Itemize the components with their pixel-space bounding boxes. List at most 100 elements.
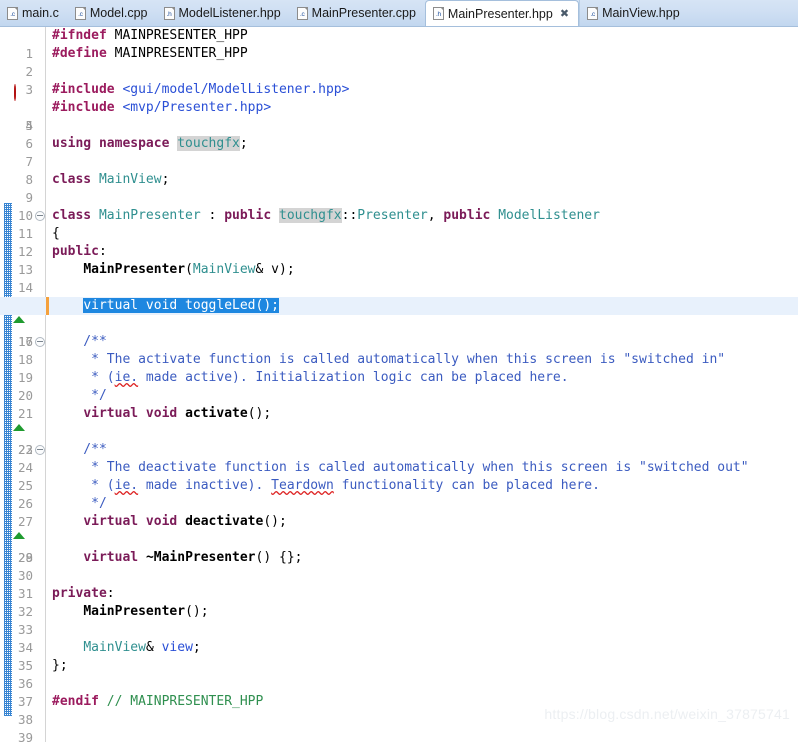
code-line[interactable]: 2 #define MAINPRESENTER_HPP	[0, 45, 798, 79]
line-content: MainPresenter(MainView& v);	[83, 262, 295, 277]
code-line[interactable]: 13 public:	[0, 243, 798, 277]
line-content: class MainView;	[52, 172, 170, 187]
line-content: virtual ~MainPresenter() {};	[83, 550, 303, 565]
fold-collapse-icon[interactable]	[35, 445, 45, 455]
tab-modellistener-hpp[interactable]: .h ModelListener.hpp	[157, 0, 290, 26]
line-content: #include <mvp/Presenter.hpp>	[52, 100, 272, 115]
line-content: * The deactivate function is called auto…	[52, 460, 749, 475]
code-line[interactable]: 39	[0, 711, 798, 742]
tab-label: MainView.hpp	[602, 6, 680, 20]
tab-mainpresenter-hpp[interactable]: .h MainPresenter.hpp ✖	[424, 0, 580, 26]
code-line[interactable]: 24 /**	[0, 441, 798, 475]
line-content: #include <gui/model/ModelListener.hpp>	[52, 82, 350, 97]
code-line[interactable]: 38 #endif // MAINPRESENTER_HPP	[0, 693, 798, 727]
line-content: MainPresenter();	[83, 604, 209, 619]
occurrence-highlight: touchgfx	[177, 136, 240, 151]
code-line[interactable]: 35 MainView& view;	[0, 639, 798, 673]
line-content: * (ie. made inactive). Teardown function…	[52, 478, 600, 493]
spellcheck-word: ie.	[114, 478, 139, 493]
code-line[interactable]: 12 {	[0, 225, 798, 259]
code-line[interactable]: 18 /**	[0, 333, 798, 367]
line-content: class MainPresenter : public touchgfx::P…	[52, 208, 600, 223]
line-content: virtual void deactivate();	[83, 514, 287, 529]
tab-label: MainPresenter.cpp	[311, 6, 416, 20]
tab-mainpresenter-cpp[interactable]: .c MainPresenter.cpp	[290, 0, 425, 26]
code-line[interactable]: 20 * (ie. made active). Initialization l…	[0, 369, 798, 403]
code-line[interactable]: 7 using namespace touchgfx;	[0, 135, 798, 169]
code-line[interactable]: 37	[0, 675, 798, 709]
tab-mainview-hpp[interactable]: .c MainView.hpp	[579, 0, 689, 26]
code-line[interactable]: 25 * The deactivate function is called a…	[0, 459, 798, 493]
override-marker-icon[interactable]	[13, 300, 27, 323]
code-line[interactable]: 10	[0, 189, 798, 223]
code-line[interactable]: 27 */	[0, 495, 798, 529]
caret-bar	[46, 297, 49, 315]
code-line[interactable]: 33 MainPresenter();	[0, 603, 798, 637]
code-line[interactable]: 15	[0, 279, 798, 313]
fold-collapse-icon[interactable]	[35, 337, 45, 347]
h-file-icon: .h	[163, 6, 175, 20]
spellcheck-word: ie.	[114, 370, 139, 385]
tab-label: Model.cpp	[89, 6, 148, 20]
line-content: virtual void toggleLed();	[52, 297, 798, 315]
close-icon[interactable]: ✖	[560, 8, 569, 19]
line-content: public:	[52, 244, 107, 259]
line-content: #define MAINPRESENTER_HPP	[52, 46, 248, 61]
line-content: };	[52, 658, 68, 673]
tab-label: ModelListener.hpp	[178, 6, 281, 20]
line-content: */	[52, 496, 107, 511]
occurrence-highlight: touchgfx	[279, 208, 342, 223]
line-content: using namespace touchgfx;	[52, 136, 248, 151]
c-file-icon: .c	[7, 6, 18, 20]
code-editor[interactable]: 1 #ifndef MAINPRESENTER_HPP 2 #define MA…	[0, 27, 798, 742]
code-line[interactable]: 1 #ifndef MAINPRESENTER_HPP	[0, 27, 798, 61]
breakpoint-icon[interactable]	[14, 84, 27, 101]
code-line[interactable]: 28 virtual void deactivate();	[0, 513, 798, 565]
code-line[interactable]: 30 virtual ~MainPresenter() {};	[0, 549, 798, 583]
code-line[interactable]: 31	[0, 567, 798, 601]
code-line[interactable]: 14 MainPresenter(MainView& v);	[0, 261, 798, 295]
code-line[interactable]: 8	[0, 153, 798, 187]
h-file-icon: .h	[432, 7, 444, 20]
line-content: #endif // MAINPRESENTER_HPP	[52, 694, 264, 709]
tab-label: MainPresenter.hpp	[447, 6, 553, 21]
code-line[interactable]: 22 virtual void activate();	[0, 405, 798, 457]
line-content: {	[52, 226, 60, 241]
tab-model-cpp[interactable]: .c Model.cpp	[68, 0, 157, 26]
code-line[interactable]: 21 */	[0, 387, 798, 421]
code-line[interactable]: 36 };	[0, 657, 798, 691]
tab-label: main.c	[22, 6, 59, 20]
code-line[interactable]: 29	[0, 531, 798, 565]
line-content: MainView& view;	[83, 640, 201, 655]
editor-tab-bar: .c main.c .c Model.cpp .h ModelListener.…	[0, 0, 798, 27]
code-line[interactable]: 26 * (ie. made inactive). Teardown funct…	[0, 477, 798, 511]
code-line[interactable]: 17	[0, 315, 798, 349]
fold-collapse-icon[interactable]	[35, 211, 45, 221]
line-content: #ifndef MAINPRESENTER_HPP	[52, 28, 248, 43]
line-content: private:	[52, 586, 115, 601]
override-marker-icon[interactable]	[13, 516, 27, 539]
line-content: * The activate function is called automa…	[52, 352, 726, 367]
code-line[interactable]: 6	[0, 117, 798, 151]
line-content: /**	[52, 442, 107, 457]
tab-main-c[interactable]: .c main.c	[0, 0, 68, 26]
code-line[interactable]: 23	[0, 423, 798, 457]
code-line[interactable]: 32 private:	[0, 585, 798, 619]
line-content: virtual void activate();	[83, 406, 272, 421]
code-line[interactable]: 19 * The activate function is called aut…	[0, 351, 798, 385]
line-content: */	[52, 388, 107, 403]
spellcheck-word: Teardown	[271, 478, 334, 493]
code-line-current[interactable]: 16 virtual void toggleLed();	[0, 297, 798, 349]
line-number: 39	[17, 730, 33, 742]
c-file-icon: .c	[296, 6, 308, 20]
code-line[interactable]: 9 class MainView;	[0, 171, 798, 205]
line-content: /**	[52, 334, 107, 349]
code-line[interactable]: 3	[0, 63, 798, 97]
c-file-icon: .c	[74, 6, 86, 20]
override-marker-icon[interactable]	[13, 408, 27, 431]
text-selection: virtual void toggleLed();	[83, 298, 279, 313]
code-line[interactable]: 11 class MainPresenter : public touchgfx…	[0, 207, 798, 241]
code-line[interactable]: 34	[0, 621, 798, 655]
code-line[interactable]: 4 #include <gui/model/ModelListener.hpp>	[0, 81, 798, 133]
code-line[interactable]: 5 #include <mvp/Presenter.hpp>	[0, 99, 798, 133]
